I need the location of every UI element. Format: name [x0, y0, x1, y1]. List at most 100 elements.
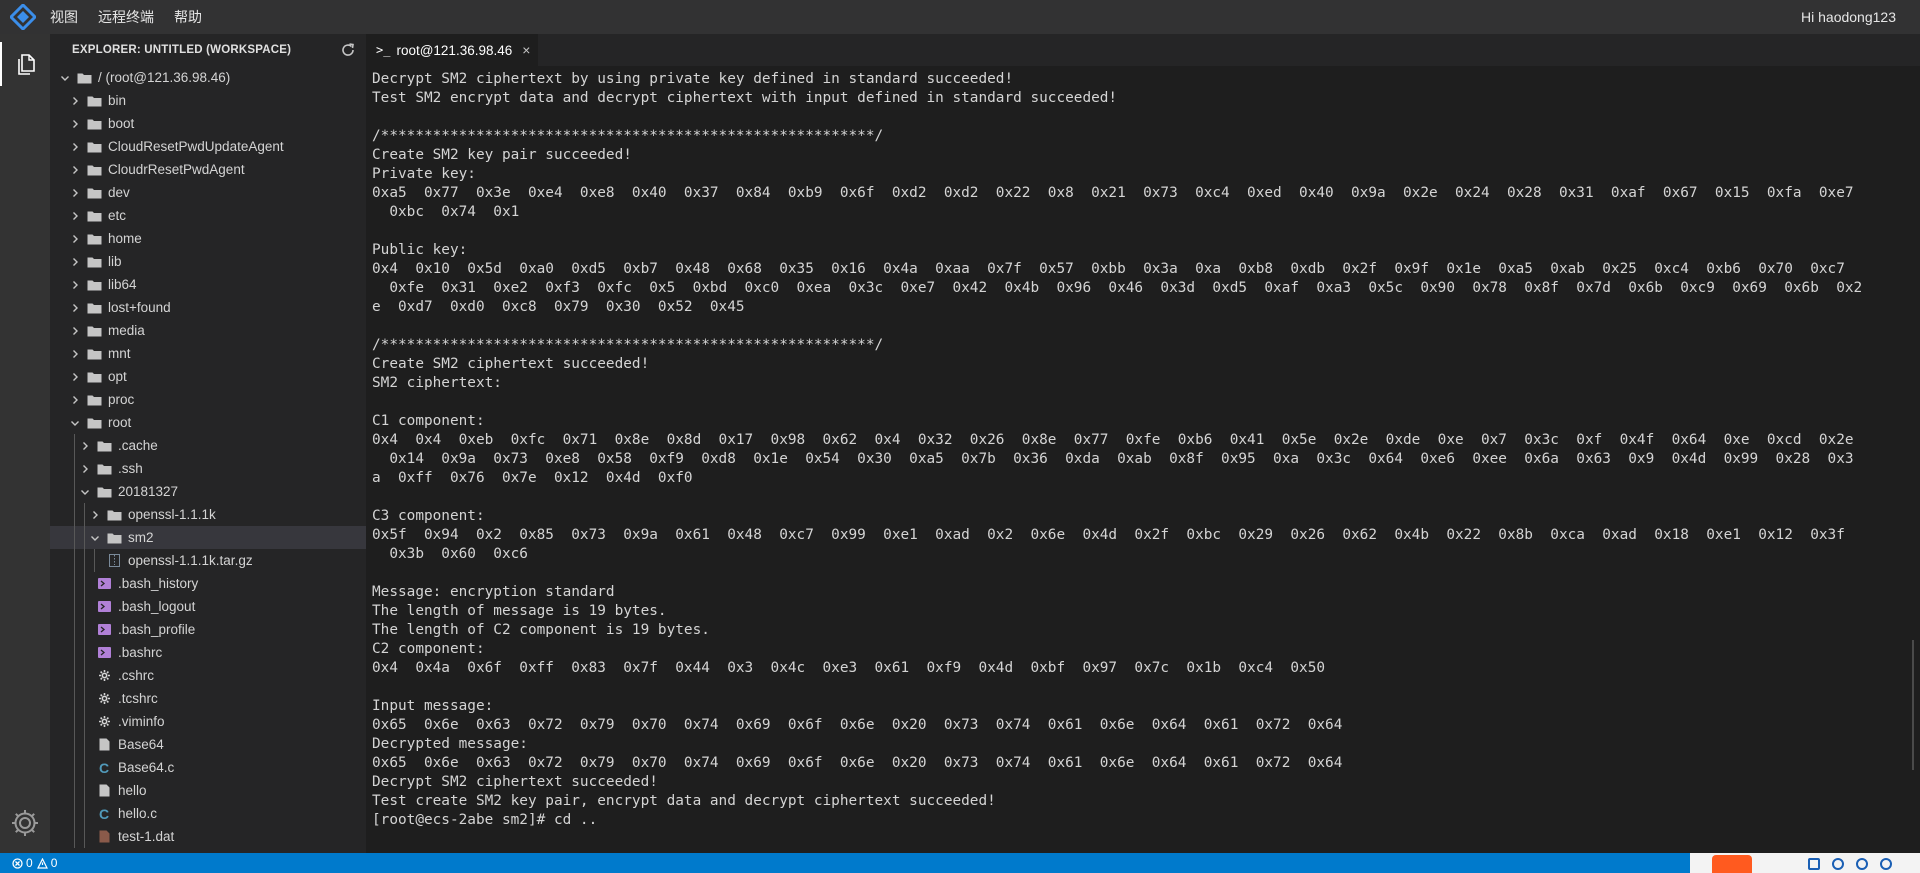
- tree-item[interactable]: / (root@121.36.98.46): [50, 66, 366, 89]
- chevron-right-icon[interactable]: [68, 140, 82, 154]
- tree-item[interactable]: 20181327: [50, 480, 366, 503]
- tree-item-label: mnt: [108, 346, 131, 361]
- terminal-line: 0x14 0x9a 0x73 0xe8 0x58 0xf9 0xd8 0x1e …: [372, 451, 1854, 467]
- tree-item[interactable]: boot: [50, 112, 366, 135]
- tree-item[interactable]: lib64: [50, 273, 366, 296]
- tree-item[interactable]: CloudrResetPwdAgent: [50, 158, 366, 181]
- tray-volume-icon[interactable]: [1856, 858, 1868, 870]
- terminal-scrollbar[interactable]: [1912, 640, 1914, 770]
- folder-icon: [86, 140, 102, 154]
- tree-item-label: home: [108, 231, 142, 246]
- terminal-line: Create SM2 ciphertext succeeded!: [372, 356, 650, 372]
- tab-close-icon[interactable]: ×: [522, 42, 530, 58]
- tree-item[interactable]: .cshrc: [50, 664, 366, 687]
- tree-item[interactable]: bin: [50, 89, 366, 112]
- tree-item[interactable]: opt: [50, 365, 366, 388]
- tray-keyboard-icon[interactable]: [1808, 858, 1820, 870]
- tree-item[interactable]: .tcshrc: [50, 687, 366, 710]
- tree-item[interactable]: test-1.dat: [50, 825, 366, 848]
- system-tray: [1690, 853, 1920, 873]
- tree-item[interactable]: .bashrc: [50, 641, 366, 664]
- tray-settings-icon[interactable]: [1880, 858, 1892, 870]
- shell-file-icon: [96, 623, 112, 637]
- terminal-line: SM2 ciphertext:: [372, 375, 502, 391]
- tree-item[interactable]: Base64: [50, 733, 366, 756]
- errors-indicator[interactable]: 0: [12, 856, 33, 870]
- folder-icon: [76, 71, 92, 85]
- tree-item[interactable]: home: [50, 227, 366, 250]
- chevron-right-icon[interactable]: [68, 186, 82, 200]
- chevron-right-icon[interactable]: [78, 462, 92, 476]
- chevron-right-icon[interactable]: [68, 94, 82, 108]
- tree-item[interactable]: .viminfo: [50, 710, 366, 733]
- menu-view[interactable]: 视图: [50, 7, 78, 27]
- folder-icon: [86, 278, 102, 292]
- menu-remote-terminal[interactable]: 远程终端: [98, 7, 154, 27]
- tree-item[interactable]: sm2: [50, 526, 366, 549]
- settings-gear-icon[interactable]: [9, 807, 41, 839]
- tree-item[interactable]: lost+found: [50, 296, 366, 319]
- user-greeting[interactable]: Hi haodong123: [1801, 9, 1896, 25]
- tree-item-label: media: [108, 323, 145, 338]
- tree-item[interactable]: .bash_logout: [50, 595, 366, 618]
- error-icon: [12, 857, 23, 869]
- tree-item[interactable]: .bash_history: [50, 572, 366, 595]
- indent-guide: [74, 549, 75, 572]
- terminal-tab[interactable]: >_ root@121.36.98.46 ×: [366, 34, 538, 66]
- chevron-down-icon[interactable]: [78, 485, 92, 499]
- menu-help[interactable]: 帮助: [174, 7, 202, 27]
- tree-item[interactable]: openssl-1.1.1k: [50, 503, 366, 526]
- tree-item[interactable]: hello: [50, 779, 366, 802]
- tree-item[interactable]: root: [50, 411, 366, 434]
- tree-item[interactable]: etc: [50, 204, 366, 227]
- explorer-icon[interactable]: [0, 42, 50, 86]
- tree-item[interactable]: Chello.c: [50, 802, 366, 825]
- tree-item[interactable]: .bash_profile: [50, 618, 366, 641]
- tree-item[interactable]: media: [50, 319, 366, 342]
- folder-icon: [106, 508, 122, 522]
- tree-item[interactable]: mnt: [50, 342, 366, 365]
- tree-item[interactable]: lib: [50, 250, 366, 273]
- chevron-right-icon[interactable]: [68, 117, 82, 131]
- refresh-icon[interactable]: [340, 42, 356, 58]
- chevron-right-icon[interactable]: [68, 347, 82, 361]
- indent-guide: [74, 618, 75, 641]
- tree-item[interactable]: CloudResetPwdUpdateAgent: [50, 135, 366, 158]
- tree-item-label: lost+found: [108, 300, 171, 315]
- terminal-output[interactable]: Decrypt SM2 ciphertext by using private …: [372, 70, 1912, 846]
- chevron-right-icon[interactable]: [68, 163, 82, 177]
- indent-guide: [84, 641, 85, 664]
- chevron-right-icon[interactable]: [68, 232, 82, 246]
- indent-guide: [74, 595, 75, 618]
- tray-app-icon[interactable]: [1712, 855, 1752, 873]
- chevron-right-icon[interactable]: [68, 324, 82, 338]
- chevron-down-icon[interactable]: [58, 71, 72, 85]
- explorer-title: EXPLORER: UNTITLED (WORKSPACE): [72, 44, 292, 56]
- tree-item[interactable]: .cache: [50, 434, 366, 457]
- config-file-icon: [96, 669, 112, 683]
- chevron-down-icon[interactable]: [88, 531, 102, 545]
- chevron-right-icon[interactable]: [68, 370, 82, 384]
- chevron-right-icon[interactable]: [78, 439, 92, 453]
- tree-item[interactable]: C Base64.c: [50, 756, 366, 779]
- chevron-right-icon[interactable]: [68, 301, 82, 315]
- folder-icon: [86, 416, 102, 430]
- chevron-right-icon[interactable]: [68, 278, 82, 292]
- tree-item[interactable]: dev: [50, 181, 366, 204]
- tray-network-icon[interactable]: [1832, 858, 1844, 870]
- chevron-right-icon[interactable]: [68, 255, 82, 269]
- tree-item[interactable]: openssl-1.1.1k.tar.gz: [50, 549, 366, 572]
- chevron-right-icon[interactable]: [68, 209, 82, 223]
- chevron-right-icon[interactable]: [68, 393, 82, 407]
- folder-icon: [86, 370, 102, 384]
- chevron-right-icon[interactable]: [88, 508, 102, 522]
- status-bar: 0 0: [0, 853, 1920, 873]
- tree-item[interactable]: .ssh: [50, 457, 366, 480]
- warnings-indicator[interactable]: 0: [36, 856, 57, 870]
- chevron-down-icon[interactable]: [68, 416, 82, 430]
- terminal-line: Decrypted message:: [372, 736, 528, 752]
- terminal-icon: >_: [376, 43, 391, 57]
- tree-item[interactable]: proc: [50, 388, 366, 411]
- terminal-line: 0xfe 0x31 0xe2 0xf3 0xfc 0x5 0xbd 0xc0 0…: [372, 280, 1863, 296]
